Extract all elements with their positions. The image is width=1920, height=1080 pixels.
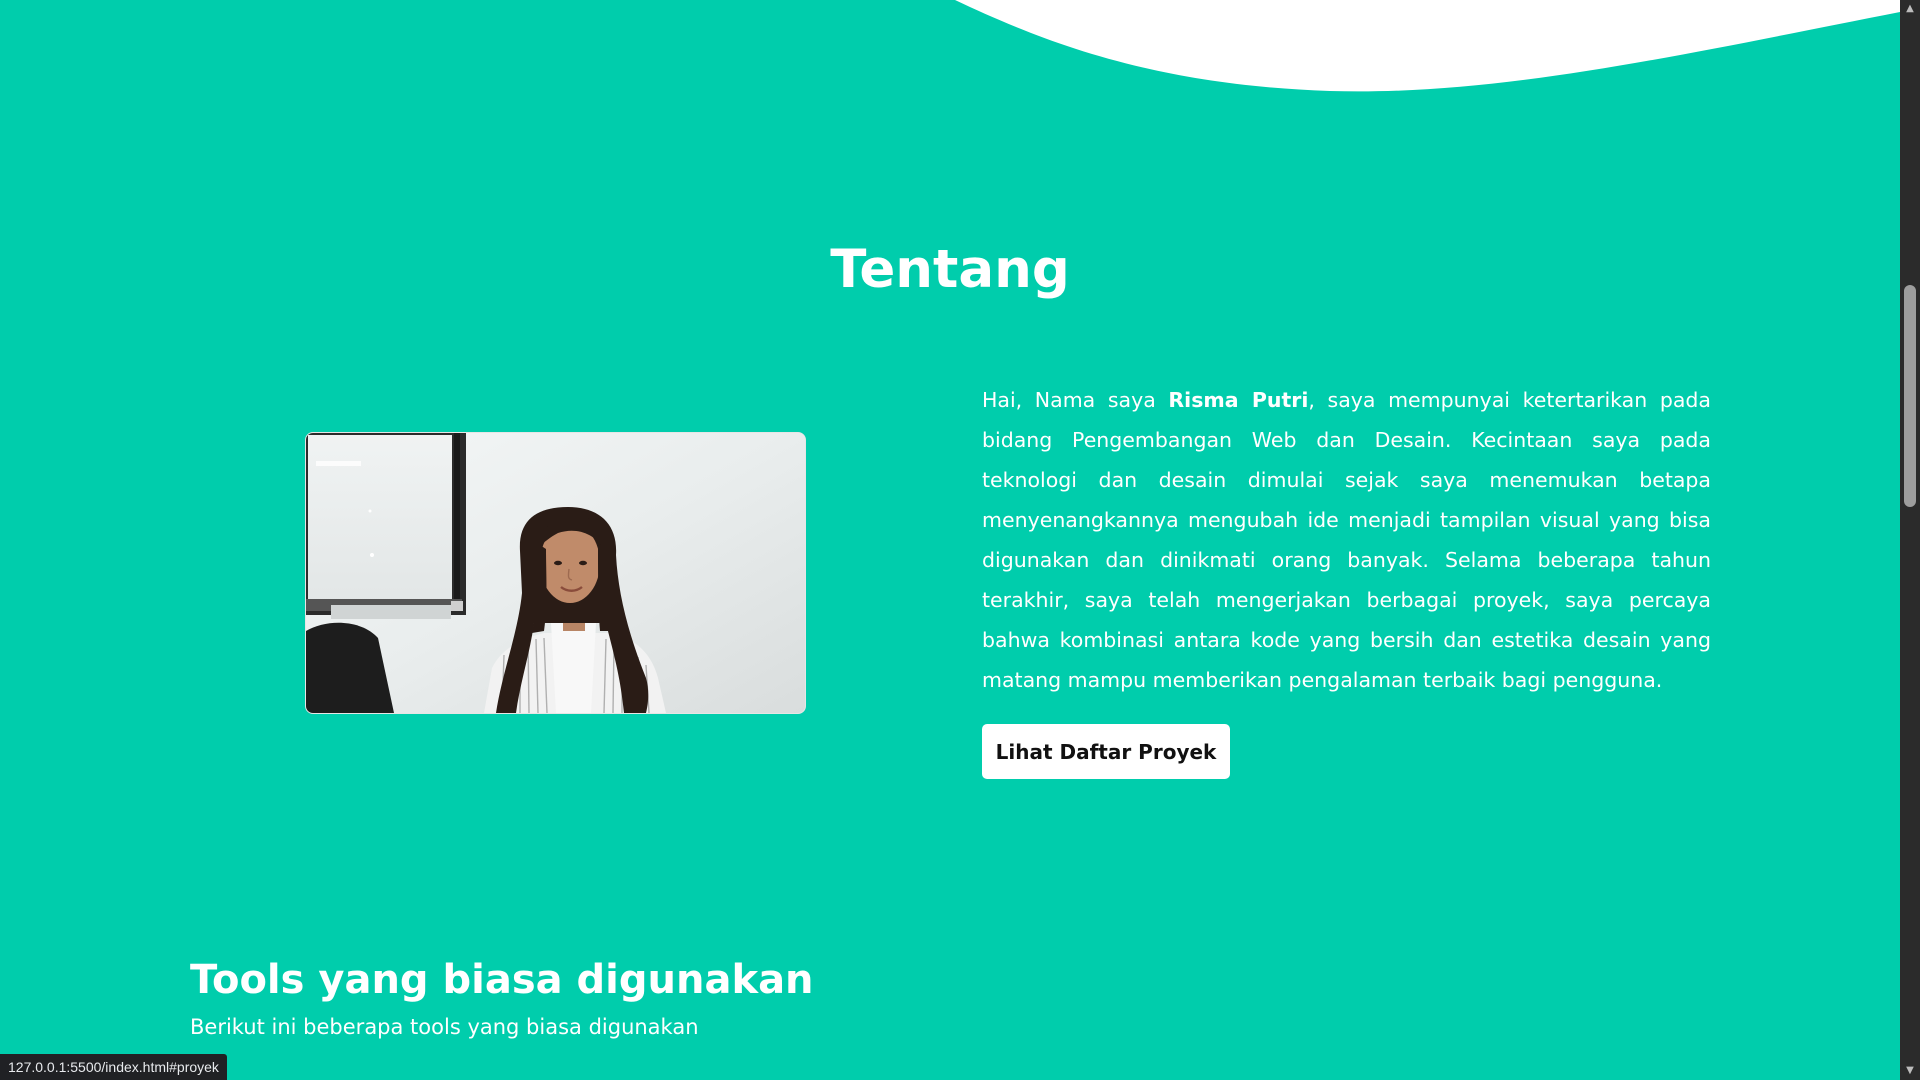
profile-photo-image: [306, 433, 805, 713]
profile-photo: [305, 432, 806, 714]
about-section-title: Tentang: [830, 239, 1070, 300]
view-projects-button[interactable]: Lihat Daftar Proyek: [982, 724, 1230, 779]
top-wave-divider: [955, 0, 1900, 92]
about-intro-prefix: Hai, Nama saya: [982, 388, 1169, 412]
about-description: Hai, Nama saya Risma Putri, saya mempuny…: [982, 380, 1711, 700]
page-scrollbar[interactable]: ▲ ▼: [1900, 0, 1920, 1080]
page-viewport: Tentang Hai, Nama saya Risma Putri, saya…: [0, 0, 1900, 1080]
browser-status-url: 127.0.0.1:5500/index.html#proyek: [0, 1054, 227, 1080]
scroll-down-arrow-icon[interactable]: ▼: [1900, 1062, 1920, 1080]
about-name: Risma Putri: [1168, 388, 1309, 412]
scrollbar-thumb[interactable]: [1904, 285, 1916, 507]
about-intro-body: , saya mempunyai ketertarikan pada bidan…: [982, 388, 1711, 692]
tools-section-title: Tools yang biasa digunakan: [190, 957, 814, 1003]
scroll-up-arrow-icon[interactable]: ▲: [1900, 0, 1920, 18]
tools-section-subtitle: Berikut ini beberapa tools yang biasa di…: [190, 1015, 699, 1039]
